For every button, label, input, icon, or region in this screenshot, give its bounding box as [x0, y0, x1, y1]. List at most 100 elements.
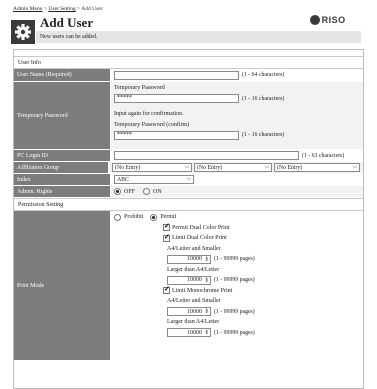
breadcrumb-admin-menu[interactable]: Admin Menu: [13, 6, 43, 12]
range-hint: (1 - 99999 pages): [214, 329, 255, 336]
pc-login-hint: (1 - 63 characters): [302, 152, 345, 159]
mono-large-count-input[interactable]: 10000 ⇕: [167, 328, 211, 338]
temp-password-hint: (1 - 16 characters): [242, 95, 285, 102]
confirm-instruction: Input again for confirmation.: [114, 111, 184, 118]
confirm-line: ***** (1 - 16 characters): [114, 130, 360, 141]
value-cell: Temporary Password ***** (1 - 16 charact…: [110, 82, 363, 149]
breadcrumb: Admin Menu > User Setting > Add User: [13, 6, 103, 12]
chevron-down-icon: ⌵: [184, 164, 189, 170]
index-select[interactable]: ABC ⌵: [114, 175, 194, 184]
row-index: Index ABC ⌵: [14, 174, 363, 186]
logo-text: RISO: [321, 15, 346, 25]
admin-off-label: OFF: [124, 188, 136, 195]
permit-dual-label: Permit Dual Color Print: [172, 224, 230, 231]
mono-small-count-input[interactable]: 10000 ⇕: [167, 307, 211, 317]
admin-on-radio[interactable]: [143, 188, 151, 195]
section-permission: Permission Setting: [14, 198, 363, 211]
chevron-down-icon: ⌵: [352, 164, 357, 170]
value-cell: Prohibit Permit Permit Dual Color Print …: [110, 211, 363, 360]
affiliation-select-2-value: (No Entry): [197, 164, 223, 171]
user-name-input[interactable]: [114, 70, 239, 80]
affiliation-select-1[interactable]: (No Entry) ⌵: [112, 163, 192, 172]
label-user-name: User Name (Required): [14, 69, 110, 81]
label-index: Index: [14, 174, 110, 185]
temp-password-caption: Temporary Password: [114, 85, 165, 92]
value-cell: ABC ⌵: [110, 174, 363, 185]
affiliation-select-2[interactable]: (No Entry) ⌵: [194, 163, 272, 172]
temp-password-input[interactable]: *****: [114, 94, 239, 104]
riso-logo-icon: RISO: [310, 15, 346, 26]
temp-password-line: ***** (1 - 16 characters): [114, 94, 360, 105]
limit-mono-line: Limit Monochrome Print: [114, 285, 360, 297]
confirm-caption: Temporary Password (confirm): [114, 121, 190, 128]
breadcrumb-current: Add User: [81, 6, 103, 12]
limit-mono-checkbox[interactable]: [163, 285, 170, 295]
dual-small-count-input[interactable]: 10000 ⇕: [167, 254, 211, 264]
label-admin-rights: Admin. Rights: [14, 186, 110, 197]
label-pc-login: PC Login ID: [14, 150, 110, 161]
dual-large-count-input[interactable]: 10000 ⇕: [167, 275, 211, 285]
value-cell: (No Entry) ⌵ (No Entry) ⌵ (No Entry) ⌵: [108, 162, 363, 173]
value-cell: OFF ON: [110, 186, 363, 197]
row-pc-login: PC Login ID (1 - 63 characters): [14, 150, 363, 162]
index-select-value: ABC: [117, 176, 129, 183]
count-line-4: 10000 ⇕ (1 - 99999 pages): [114, 328, 360, 339]
a4-smaller-label: A4/Letter and Smaller: [167, 298, 221, 305]
affiliation-select-1-value: (No Entry): [115, 164, 141, 171]
row-temp-password: Temporary Password Temporary Password **…: [14, 82, 363, 150]
permit-label: Permit: [160, 214, 177, 221]
limit-dual-checkbox[interactable]: [163, 233, 170, 242]
prohibit-radio[interactable]: [114, 213, 121, 221]
a4-larger-label: Larger than A4/Letter: [167, 319, 220, 326]
label-affiliation: Affiliation Group: [14, 162, 108, 173]
prohibit-label: Prohibit: [124, 214, 144, 221]
section-user-info: User Info: [14, 56, 363, 69]
row-user-name: User Name (Required) (1 - 64 characters): [14, 69, 363, 82]
gear-icon: [11, 20, 35, 44]
page-subtitle: New users can be added.: [40, 34, 98, 40]
limit-dual-label: Limit Dual Color Print: [172, 235, 227, 242]
range-hint: (1 - 99999 pages): [214, 277, 255, 284]
count-line-3: 10000 ⇕ (1 - 99999 pages): [114, 307, 360, 318]
count-line-2: 10000 ⇕ (1 - 99999 pages): [114, 275, 360, 286]
count-line-1: 10000 ⇕ (1 - 99999 pages): [114, 254, 360, 265]
user-name-hint: (1 - 64 characters): [242, 72, 285, 78]
page-title: Add User: [40, 15, 94, 30]
limit-dual-line: Limit Dual Color Print: [114, 233, 360, 244]
row-print-mode: Print Mode Prohibit Permit Permit Dual C…: [14, 211, 363, 361]
label-temp-password: Temporary Password: [14, 82, 110, 149]
label-print-mode: Print Mode: [14, 211, 110, 360]
affiliation-select-3[interactable]: (No Entry) ⌵: [274, 163, 360, 172]
affiliation-select-3-value: (No Entry): [277, 164, 303, 171]
user-form-panel: User Info User Name (Required) (1 - 64 c…: [13, 49, 364, 389]
limit-mono-label: Limit Monochrome Print: [172, 287, 233, 294]
range-hint: (1 - 99999 pages): [214, 308, 255, 315]
a4-smaller-label: A4/Letter and Smaller: [167, 245, 221, 252]
spinner-icon[interactable]: ⇕: [204, 256, 209, 263]
value-cell: (1 - 64 characters): [110, 69, 363, 81]
temp-password-confirm-input[interactable]: *****: [114, 130, 239, 140]
value-cell: (1 - 63 characters): [110, 150, 363, 161]
pc-login-input[interactable]: [114, 151, 299, 160]
chevron-down-icon: ⌵: [186, 176, 191, 182]
permit-dual-checkbox[interactable]: [163, 222, 170, 232]
count-value: 10000: [186, 277, 202, 284]
a4-larger-label: Larger than A4/Letter: [167, 266, 220, 273]
spinner-icon[interactable]: ⇕: [204, 277, 209, 284]
count-value: 10000: [186, 329, 202, 336]
spinner-icon[interactable]: ⇕: [204, 329, 209, 336]
admin-off-radio[interactable]: [114, 188, 121, 195]
confirm-hint: (1 - 16 characters): [242, 132, 285, 139]
spinner-icon[interactable]: ⇕: [204, 308, 209, 315]
admin-on-label: ON: [153, 188, 162, 195]
count-value: 10000: [186, 256, 202, 263]
permit-dual-line: Permit Dual Color Print: [114, 222, 360, 234]
chevron-down-icon: ⌵: [264, 164, 269, 170]
permit-radio[interactable]: [150, 213, 158, 221]
count-value: 10000: [186, 308, 202, 315]
row-affiliation: Affiliation Group (No Entry) ⌵ (No Entry…: [14, 162, 363, 174]
logo-mark: [310, 15, 320, 25]
row-admin-rights: Admin. Rights OFF ON: [14, 186, 363, 198]
breadcrumb-user-setting[interactable]: User Setting: [48, 6, 75, 12]
print-mode-options: Prohibit Permit: [114, 212, 360, 223]
